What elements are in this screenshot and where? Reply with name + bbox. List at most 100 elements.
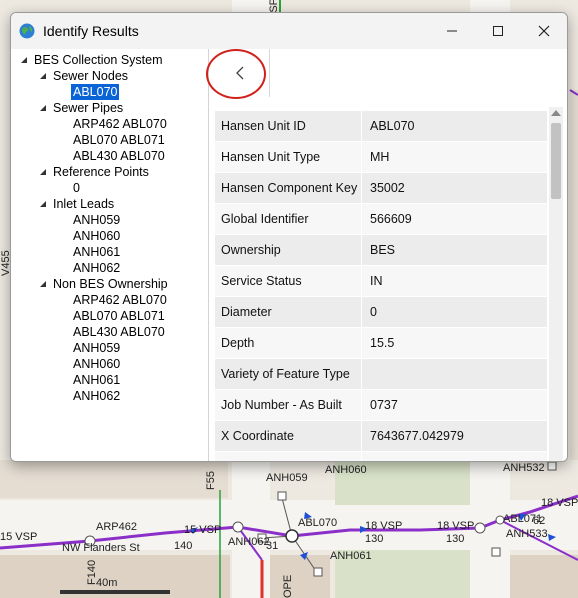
manhole-left[interactable] <box>232 521 244 533</box>
tree-item[interactable]: ANH060 <box>73 228 120 244</box>
expand-arrow-icon[interactable] <box>38 71 48 81</box>
tree-item[interactable]: ABL430 ABL070 <box>73 148 165 164</box>
map-label-abl070: ABL070 <box>298 517 338 529</box>
attr-key: Diameter <box>215 297 362 327</box>
table-row: X Coordinate 7643677.042979 <box>215 421 547 452</box>
map-label-18vsp-b: 18 VSP <box>437 520 475 532</box>
tree-item[interactable]: ARP462 ABL070 <box>73 292 167 308</box>
attr-value: BES <box>370 243 396 257</box>
details-panel: Hansen Unit ID ABL070 Hansen Unit Type MH … <box>206 49 567 461</box>
map-label-15vsp-mid: 15 VSP <box>184 524 222 536</box>
tree-group-reference-points[interactable]: Reference Points <box>53 164 149 180</box>
map-label-f140: F140 <box>86 559 98 585</box>
scroll-thumb[interactable] <box>551 123 561 199</box>
attr-key: Hansen Unit ID <box>215 111 362 141</box>
map-label-62: 62 <box>533 515 546 527</box>
table-row: Hansen Unit ID ABL070 <box>215 111 547 142</box>
map-label-arp462: ARP462 <box>96 521 137 533</box>
attr-value: 566609 <box>370 212 412 226</box>
attr-value: ABL070 <box>370 119 415 133</box>
title-bar[interactable]: Identify Results <box>11 13 567 49</box>
tree-item[interactable]: ANH060 <box>73 356 120 372</box>
map-label-f55: F55 <box>205 471 217 490</box>
dialog-content: BES Collection System Sewer Nodes ABL070… <box>11 49 567 461</box>
inlet-anh059[interactable] <box>277 491 287 501</box>
attr-value: MH <box>370 150 390 164</box>
tree-group-non-bes-ownership[interactable]: Non BES Ownership <box>53 276 168 292</box>
attr-value: 0 <box>370 305 377 319</box>
building-top-left <box>0 460 228 498</box>
close-button[interactable] <box>521 13 567 49</box>
tree-group-inlet-leads[interactable]: Inlet Leads <box>53 196 114 212</box>
table-row: Global Identifier 566609 <box>215 204 547 235</box>
details-scrollbar[interactable] <box>549 107 563 461</box>
scale-bar <box>60 590 170 594</box>
map-label-ope: OPE <box>282 574 294 598</box>
tree-item[interactable]: ABL070 ABL071 <box>73 308 165 324</box>
tree-item-abl070-selected[interactable]: ABL070 <box>71 84 120 100</box>
map-label-130-a: 130 <box>365 533 384 545</box>
map-label-flanders: NW Flanders St <box>62 542 140 554</box>
attr-key: Hansen Unit Type <box>215 142 362 172</box>
map-label-anh060: ANH060 <box>325 464 367 476</box>
map-label-18vsp-a: 18 VSP <box>365 520 403 532</box>
tree-item[interactable]: ABL430 ABL070 <box>73 324 165 340</box>
attribute-table: Hansen Unit ID ABL070 Hansen Unit Type MH … <box>215 111 547 461</box>
inlet-anh532[interactable] <box>547 461 557 471</box>
tree-group-sewer-pipes[interactable]: Sewer Pipes <box>53 100 123 116</box>
manhole-abl071[interactable] <box>474 522 486 534</box>
attr-key: Global Identifier <box>215 204 362 234</box>
map-label-130-b: 130 <box>446 533 465 545</box>
tree-item[interactable]: ANH059 <box>73 212 120 228</box>
attr-value: 685335.33464567 <box>362 452 547 461</box>
attr-value: 35002 <box>370 181 405 195</box>
attr-value: 7643677.042979 <box>370 429 464 443</box>
map-label-scale: 40m <box>96 577 118 589</box>
scroll-up-arrow-icon[interactable] <box>551 110 561 116</box>
expand-arrow-icon[interactable] <box>38 199 48 209</box>
tree-item[interactable]: ANH061 <box>73 244 120 260</box>
attr-key: Service Status <box>215 266 362 296</box>
table-row: Service Status IN <box>215 266 547 297</box>
maximize-button[interactable] <box>475 13 521 49</box>
attr-key: Ownership <box>215 235 362 265</box>
tree-item[interactable]: ANH059 <box>73 340 120 356</box>
tree-root[interactable]: BES Collection System <box>34 52 163 68</box>
map-label-140: 140 <box>174 540 193 552</box>
inlet-anh061[interactable] <box>313 567 323 577</box>
table-row: Job Number - As Built 0737 <box>215 390 547 421</box>
tree-item[interactable]: ANH061 <box>73 372 120 388</box>
manhole-abl070[interactable] <box>285 529 299 543</box>
results-tree[interactable]: BES Collection System Sewer Nodes ABL070… <box>11 49 209 461</box>
expand-arrow-icon[interactable] <box>19 55 29 65</box>
attr-key: Variety of Feature Type <box>215 359 362 389</box>
maximize-icon <box>493 26 503 36</box>
tree-group-sewer-nodes[interactable]: Sewer Nodes <box>53 68 128 84</box>
attr-key: Y Coordinate <box>215 452 362 461</box>
map-label-anh533: ANH533 <box>506 528 548 540</box>
map-label-18vsp-c: 18 VSP <box>541 497 578 509</box>
tree-item[interactable]: ANH062 <box>73 388 120 404</box>
map-label-anh061: ANH061 <box>330 550 372 562</box>
map-label-anh059: ANH059 <box>266 472 308 484</box>
inlet-anh533[interactable] <box>491 547 501 557</box>
map-label-anh062: ANH062 <box>228 536 270 548</box>
expand-arrow-icon[interactable] <box>38 279 48 289</box>
attr-key: Job Number - As Built <box>215 390 362 420</box>
expand-arrow-icon[interactable] <box>38 167 48 177</box>
tree-item[interactable]: ANH062 <box>73 260 120 276</box>
tree-item[interactable]: 0 <box>73 180 80 196</box>
expand-arrow-icon[interactable] <box>38 103 48 113</box>
minimize-button[interactable] <box>429 13 475 49</box>
globe-app-icon <box>19 23 35 39</box>
minimize-icon <box>447 30 457 32</box>
close-icon <box>538 25 550 37</box>
attr-value <box>362 359 547 389</box>
table-row: Hansen Component Key 35002 <box>215 173 547 204</box>
tree-item[interactable]: ABL070 ABL071 <box>73 132 165 148</box>
map-label-15vsp-left: 15 VSP <box>0 531 38 543</box>
table-row: Depth 15.5 <box>215 328 547 359</box>
tree-item[interactable]: ARP462 ABL070 <box>73 116 167 132</box>
table-row: Variety of Feature Type <box>215 359 547 390</box>
identify-results-window[interactable]: Identify Results BES Collection System S… <box>10 12 568 462</box>
